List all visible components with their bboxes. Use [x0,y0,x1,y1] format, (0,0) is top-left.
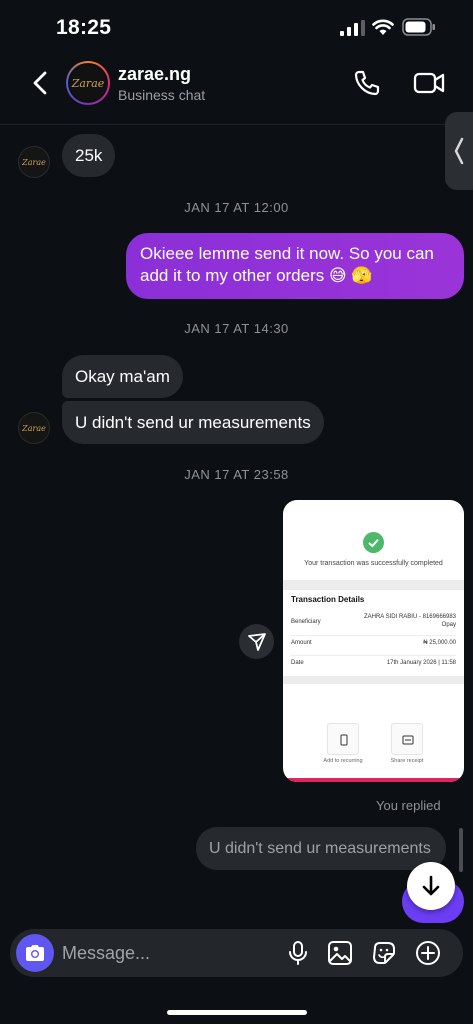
receipt-details-title: Transaction Details [291,595,365,604]
receipt-action-label: Add to recurring [323,758,363,764]
receipt-row-value: 17th January 2026 | 11:58 [386,660,456,666]
plus-icon[interactable] [415,940,441,966]
home-indicator[interactable] [167,1010,307,1015]
cellular-signal-icon [340,20,365,36]
receipt-row-value: ₦ 25,000.00 [423,640,456,646]
avatar-logo: Zarae [68,63,108,103]
chevron-left-icon[interactable] [26,68,54,98]
outgoing-message[interactable]: Okieee lemme send it now. So you can add… [126,233,464,299]
sender-avatar[interactable]: Zarae [18,412,50,444]
arrow-down-icon [422,875,440,896]
incoming-message[interactable]: U didn't send ur measurements [62,401,324,444]
message-input[interactable] [62,929,272,977]
receipt-action-label: Share receipt [390,758,424,764]
sender-avatar[interactable]: Zarae [18,146,50,178]
incoming-message[interactable]: 25k [62,134,116,177]
share-receipt-icon [391,723,423,755]
you-replied-label: You replied [376,798,441,813]
receipt-row-value2: Opay [441,622,456,628]
timestamp: JAN 17 AT 14:30 [184,321,289,336]
receipt-row-key: Beneficiary [291,619,321,625]
scrollbar[interactable] [459,828,463,872]
add-recurring-icon [327,723,359,755]
phone-icon[interactable] [352,68,382,98]
video-camera-icon[interactable] [413,68,445,98]
receipt-success-text: Your transaction was successfully comple… [304,560,443,567]
gallery-icon[interactable] [327,940,353,966]
avatar[interactable]: Zarae [66,61,110,105]
header-divider [0,124,473,125]
receipt-image[interactable]: Your transaction was successfully comple… [283,500,464,782]
timestamp: JAN 17 AT 12:00 [184,200,289,215]
incoming-message[interactable]: Okay ma'am [62,355,183,398]
sender-avatar-logo: Zarae [22,157,46,167]
sticker-icon[interactable] [371,940,397,966]
receipt-row-key: Amount [291,640,312,646]
side-panel-handle[interactable] [445,112,473,190]
chat-subtitle: Business chat [118,87,206,103]
wifi-icon [372,19,394,35]
receipt-row-key: Date [291,660,304,666]
chat-title[interactable]: zarae.ng [118,64,191,85]
sender-avatar-logo: Zarae [22,423,46,433]
microphone-icon[interactable] [285,940,311,966]
quoted-message[interactable]: U didn't send ur measurements [196,827,446,870]
send-icon [247,632,266,651]
share-button[interactable] [239,624,274,659]
receipt-row: Beneficiary ZAHRA SIDI RABIU - 816966698… [291,614,456,636]
receipt-bottom-bar [283,778,464,782]
success-check-icon [363,532,384,553]
status-bar: 18:25 [0,0,473,56]
status-time: 18:25 [56,16,112,39]
receipt-row: Date 17th January 2026 | 11:58 [291,660,456,674]
receipt-row-value: ZAHRA SIDI RABIU - 8169666983 [363,614,456,620]
camera-icon [26,945,44,961]
battery-icon [402,18,435,36]
receipt-row: Amount ₦ 25,000.00 [291,640,456,656]
camera-button[interactable] [16,934,54,972]
message-composer [10,929,463,977]
scroll-to-bottom-button[interactable] [407,862,455,910]
timestamp: JAN 17 AT 23:58 [184,467,289,482]
chat-header: Zarae zarae.ng Business chat [0,56,473,124]
receipt-separator [283,676,464,684]
chevron-left-icon [454,137,464,165]
receipt-separator [283,580,464,590]
